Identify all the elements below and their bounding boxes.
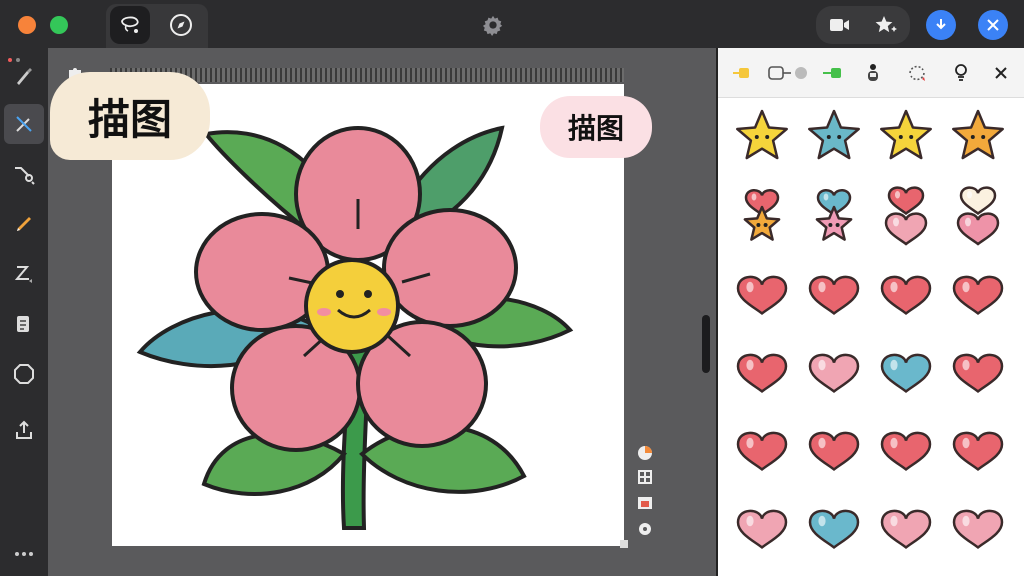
star-orange-icon <box>952 109 1004 160</box>
close-icon[interactable] <box>988 62 1014 84</box>
sticker-item-heart-red[interactable] <box>804 262 864 324</box>
heart-red-icon <box>736 353 788 393</box>
sticker-item-heart-blue[interactable] <box>804 496 864 558</box>
download-icon[interactable] <box>926 10 956 40</box>
heart-red-icon <box>952 275 1004 315</box>
sticker-item-heart-red[interactable] <box>948 418 1008 480</box>
image-icon[interactable] <box>634 492 656 514</box>
fill-yellow-icon[interactable] <box>730 62 756 84</box>
heart-star-pink-icon <box>815 189 853 241</box>
heart-red-icon <box>880 431 932 471</box>
brush-icon[interactable] <box>4 56 44 96</box>
sticker-item-heart-red[interactable] <box>732 340 792 402</box>
sticker-item-heart-pink-double[interactable] <box>876 184 936 246</box>
heart-blue-icon <box>808 509 860 549</box>
magic-wand-icon[interactable] <box>4 104 44 144</box>
star-yellow-icon <box>736 109 788 160</box>
export-icon[interactable] <box>4 410 44 450</box>
bulb-icon[interactable] <box>948 62 974 84</box>
sticker-item-heart-red[interactable] <box>876 418 936 480</box>
heart-cream-double-icon <box>956 186 1000 246</box>
sticker-label-right[interactable]: 描图 <box>540 96 652 158</box>
heart-red-icon <box>736 275 788 315</box>
heart-red-icon <box>808 431 860 471</box>
sticker-grid <box>732 106 1022 576</box>
pen-line-icon[interactable] <box>4 254 44 294</box>
grid-icon[interactable] <box>634 466 656 488</box>
heart-pink-icon <box>808 353 860 393</box>
heart-red-icon <box>880 275 932 315</box>
sticker-item-heart-pink[interactable] <box>876 496 936 558</box>
sticker-item-heart-red[interactable] <box>732 262 792 324</box>
heart-red-icon <box>736 431 788 471</box>
sparkle-star-icon[interactable] <box>870 10 902 40</box>
fill-green-icon[interactable] <box>820 62 846 84</box>
window-close-dot[interactable] <box>18 16 36 34</box>
tool-sidebar <box>0 48 48 576</box>
shape-icon[interactable] <box>4 354 44 394</box>
top-bar <box>0 0 1024 48</box>
sticker-item-heart-pink[interactable] <box>948 496 1008 558</box>
sticker-item-star-yellow[interactable] <box>732 106 792 168</box>
window-zoom-dot[interactable] <box>50 16 68 34</box>
heart-pink-icon <box>952 509 1004 549</box>
sticker-item-heart-red[interactable] <box>948 262 1008 324</box>
layers-icon[interactable] <box>4 304 44 344</box>
sticker-item-star-orange[interactable] <box>948 106 1008 168</box>
heart-pink-icon <box>880 509 932 549</box>
sticker-item-heart-red[interactable] <box>804 418 864 480</box>
camera-add-icon[interactable] <box>824 10 856 40</box>
resize-handle[interactable] <box>620 540 628 548</box>
toggle-icon[interactable] <box>766 62 812 84</box>
star-yellow-icon <box>880 109 932 160</box>
canvas-scrollbar[interactable] <box>702 315 710 373</box>
sticker-label-left-text: 描图 <box>87 94 172 144</box>
more-icon[interactable] <box>4 534 44 574</box>
sticker-panel-header <box>718 48 1024 98</box>
compass-icon[interactable] <box>162 6 200 44</box>
lasso-select-icon[interactable] <box>110 6 150 44</box>
sticker-item-heart-red[interactable] <box>732 418 792 480</box>
sticker-item-heart-star-orange[interactable] <box>732 184 792 246</box>
heart-blue-icon <box>880 353 932 393</box>
sticker-item-heart-star-pink[interactable] <box>804 184 864 246</box>
sticker-item-heart-blue[interactable] <box>876 340 936 402</box>
sticker-item-star-yellow[interactable] <box>876 106 936 168</box>
sticker-label-right-text: 描图 <box>567 112 624 145</box>
sticker-item-heart-pink[interactable] <box>732 496 792 558</box>
sticker-panel <box>716 48 1024 576</box>
heart-red-icon <box>808 275 860 315</box>
sticker-item-heart-cream-double[interactable] <box>948 184 1008 246</box>
heart-pink-double-icon <box>884 186 928 246</box>
heart-pink-icon <box>736 509 788 549</box>
gear-icon[interactable] <box>480 12 506 38</box>
heart-star-orange-icon <box>743 189 781 241</box>
sticker-item-heart-red[interactable] <box>876 262 936 324</box>
refresh-icon[interactable] <box>904 62 930 84</box>
sticker-item-heart-pink[interactable] <box>804 340 864 402</box>
sticker-item-star-blue[interactable] <box>804 106 864 168</box>
drawing-app: 描图 描图 <box>0 0 1024 576</box>
eyedropper-icon[interactable] <box>4 154 44 194</box>
close-icon[interactable] <box>978 10 1008 40</box>
settings-small-icon[interactable] <box>634 518 656 540</box>
heart-red-icon <box>952 353 1004 393</box>
heart-red-icon <box>952 431 1004 471</box>
pencil-icon[interactable] <box>4 204 44 244</box>
pie-chart-icon[interactable] <box>634 442 656 464</box>
figure-icon[interactable] <box>860 62 886 84</box>
sticker-item-heart-red[interactable] <box>948 340 1008 402</box>
sticker-label-left[interactable]: 描图 <box>50 72 210 160</box>
star-blue-icon <box>808 109 860 160</box>
